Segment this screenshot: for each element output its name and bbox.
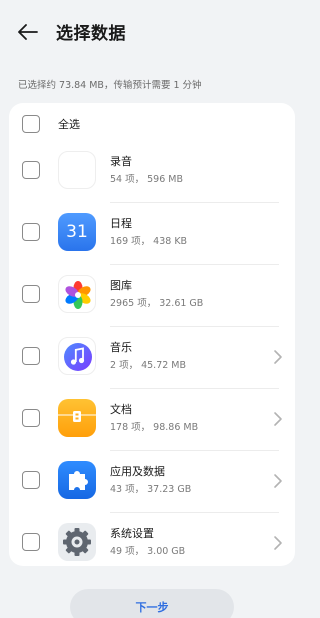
item-checkbox[interactable] [22, 347, 40, 365]
item-checkbox[interactable] [22, 161, 40, 179]
select-all-row[interactable]: 全选 [9, 103, 295, 141]
item-name: 文档 [110, 403, 132, 416]
next-button[interactable]: 下一步 [70, 589, 234, 618]
selection-summary: 已选择约 73.84 MB，传输预计需要 1 分钟 [18, 80, 202, 91]
list-item-gallery[interactable]: 图库 2965 项， 32.61 GB [9, 265, 295, 327]
item-checkbox[interactable] [22, 409, 40, 427]
list-item-settings[interactable]: 系统设置 49 项， 3.00 GB [9, 513, 295, 575]
item-meta: 169 项， 438 KB [110, 236, 188, 247]
select-all-checkbox[interactable] [22, 115, 40, 133]
data-list-card: 全选 录音 54 项， 596 MB 31 日程 169 项， 438 KB 图… [9, 103, 295, 566]
item-name: 应用及数据 [110, 465, 165, 478]
calendar-date: 31 [66, 222, 88, 242]
item-checkbox[interactable] [22, 471, 40, 489]
item-name: 音乐 [110, 341, 132, 354]
item-meta: 178 项， 98.86 MB [110, 422, 199, 433]
item-checkbox[interactable] [22, 223, 40, 241]
music-icon [58, 337, 96, 375]
item-checkbox[interactable] [22, 285, 40, 303]
calendar-icon: 31 [58, 213, 96, 251]
header: 选择数据 [0, 0, 300, 64]
arrow-left-icon [18, 24, 38, 40]
item-meta: 54 项， 596 MB [110, 174, 183, 185]
list-item-recorder[interactable]: 录音 54 项， 596 MB [9, 141, 295, 203]
item-checkbox[interactable] [22, 533, 40, 551]
page-title: 选择数据 [56, 24, 126, 44]
settings-icon [58, 523, 96, 561]
item-meta: 43 项， 37.23 GB [110, 484, 192, 495]
item-name: 图库 [110, 279, 132, 292]
recorder-icon [58, 151, 96, 189]
item-name: 日程 [110, 217, 132, 230]
apps-icon [58, 461, 96, 499]
item-name: 录音 [110, 155, 132, 168]
item-meta: 49 项， 3.00 GB [110, 546, 186, 557]
item-name: 系统设置 [110, 527, 154, 540]
files-icon [58, 399, 96, 437]
item-meta: 2 项， 45.72 MB [110, 360, 187, 371]
gallery-icon [58, 275, 96, 313]
list-item-calendar[interactable]: 31 日程 169 项， 438 KB [9, 203, 295, 265]
chevron-right-icon[interactable] [272, 411, 284, 427]
select-all-label: 全选 [58, 118, 80, 131]
chevron-right-icon[interactable] [272, 473, 284, 489]
chevron-right-icon[interactable] [272, 535, 284, 551]
item-meta: 2965 项， 32.61 GB [110, 298, 204, 309]
list-item-apps[interactable]: 应用及数据 43 项， 37.23 GB [9, 451, 295, 513]
list-item-files[interactable]: 文档 178 项， 98.86 MB [9, 389, 295, 451]
list-item-music[interactable]: 音乐 2 项， 45.72 MB [9, 327, 295, 389]
chevron-right-icon[interactable] [272, 349, 284, 365]
back-button[interactable] [14, 18, 42, 46]
